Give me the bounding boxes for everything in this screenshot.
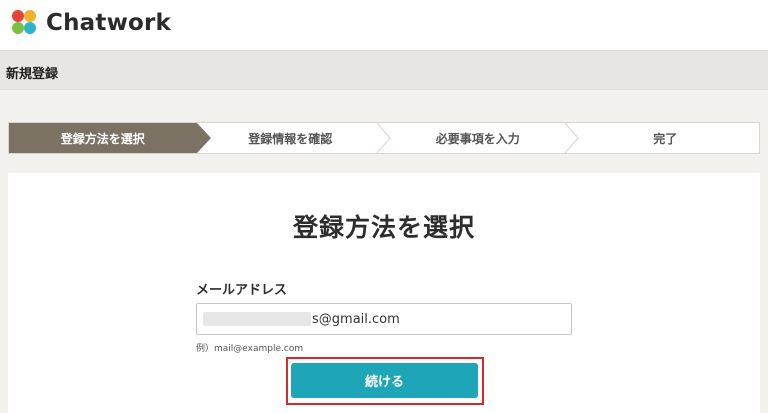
email-label: メールアドレス bbox=[196, 283, 288, 298]
top-bar: Chatwork bbox=[0, 0, 768, 50]
page-header: 新規登録 bbox=[0, 50, 768, 90]
page-title: 新規登録 bbox=[6, 67, 59, 82]
email-value: s@gmail.com bbox=[312, 311, 400, 327]
chatwork-logo-icon bbox=[12, 10, 36, 34]
step-complete: 完了 bbox=[572, 123, 760, 153]
step-select-method: 登録方法を選択 bbox=[9, 123, 210, 153]
step-confirm-info: 登録情報を確認 bbox=[197, 123, 391, 153]
step-label: 登録情報を確認 bbox=[248, 131, 333, 146]
chatwork-logo[interactable]: Chatwork bbox=[8, 6, 171, 40]
brand-name: Chatwork bbox=[46, 10, 172, 36]
redacted-text bbox=[203, 312, 311, 326]
step-separator-icon bbox=[564, 123, 579, 153]
form-title: 登録方法を選択 bbox=[292, 213, 475, 242]
email-hint: 例）mail@example.com bbox=[196, 344, 304, 354]
step-label: 登録方法を選択 bbox=[60, 131, 145, 146]
registration-card: 登録方法を選択 メールアドレス s@gmail.com 例）mail@examp… bbox=[8, 173, 760, 413]
step-separator-icon bbox=[377, 123, 391, 153]
step-enter-details: 必要事項を入力 bbox=[384, 123, 579, 153]
step-label: 完了 bbox=[653, 131, 678, 146]
registration-stepper: 登録方法を選択 登録情報を確認 必要事項を入力 完了 bbox=[8, 122, 760, 154]
continue-button[interactable]: 続ける bbox=[291, 363, 478, 398]
email-field[interactable]: s@gmail.com bbox=[196, 303, 572, 335]
step-label: 必要事項を入力 bbox=[435, 131, 520, 146]
